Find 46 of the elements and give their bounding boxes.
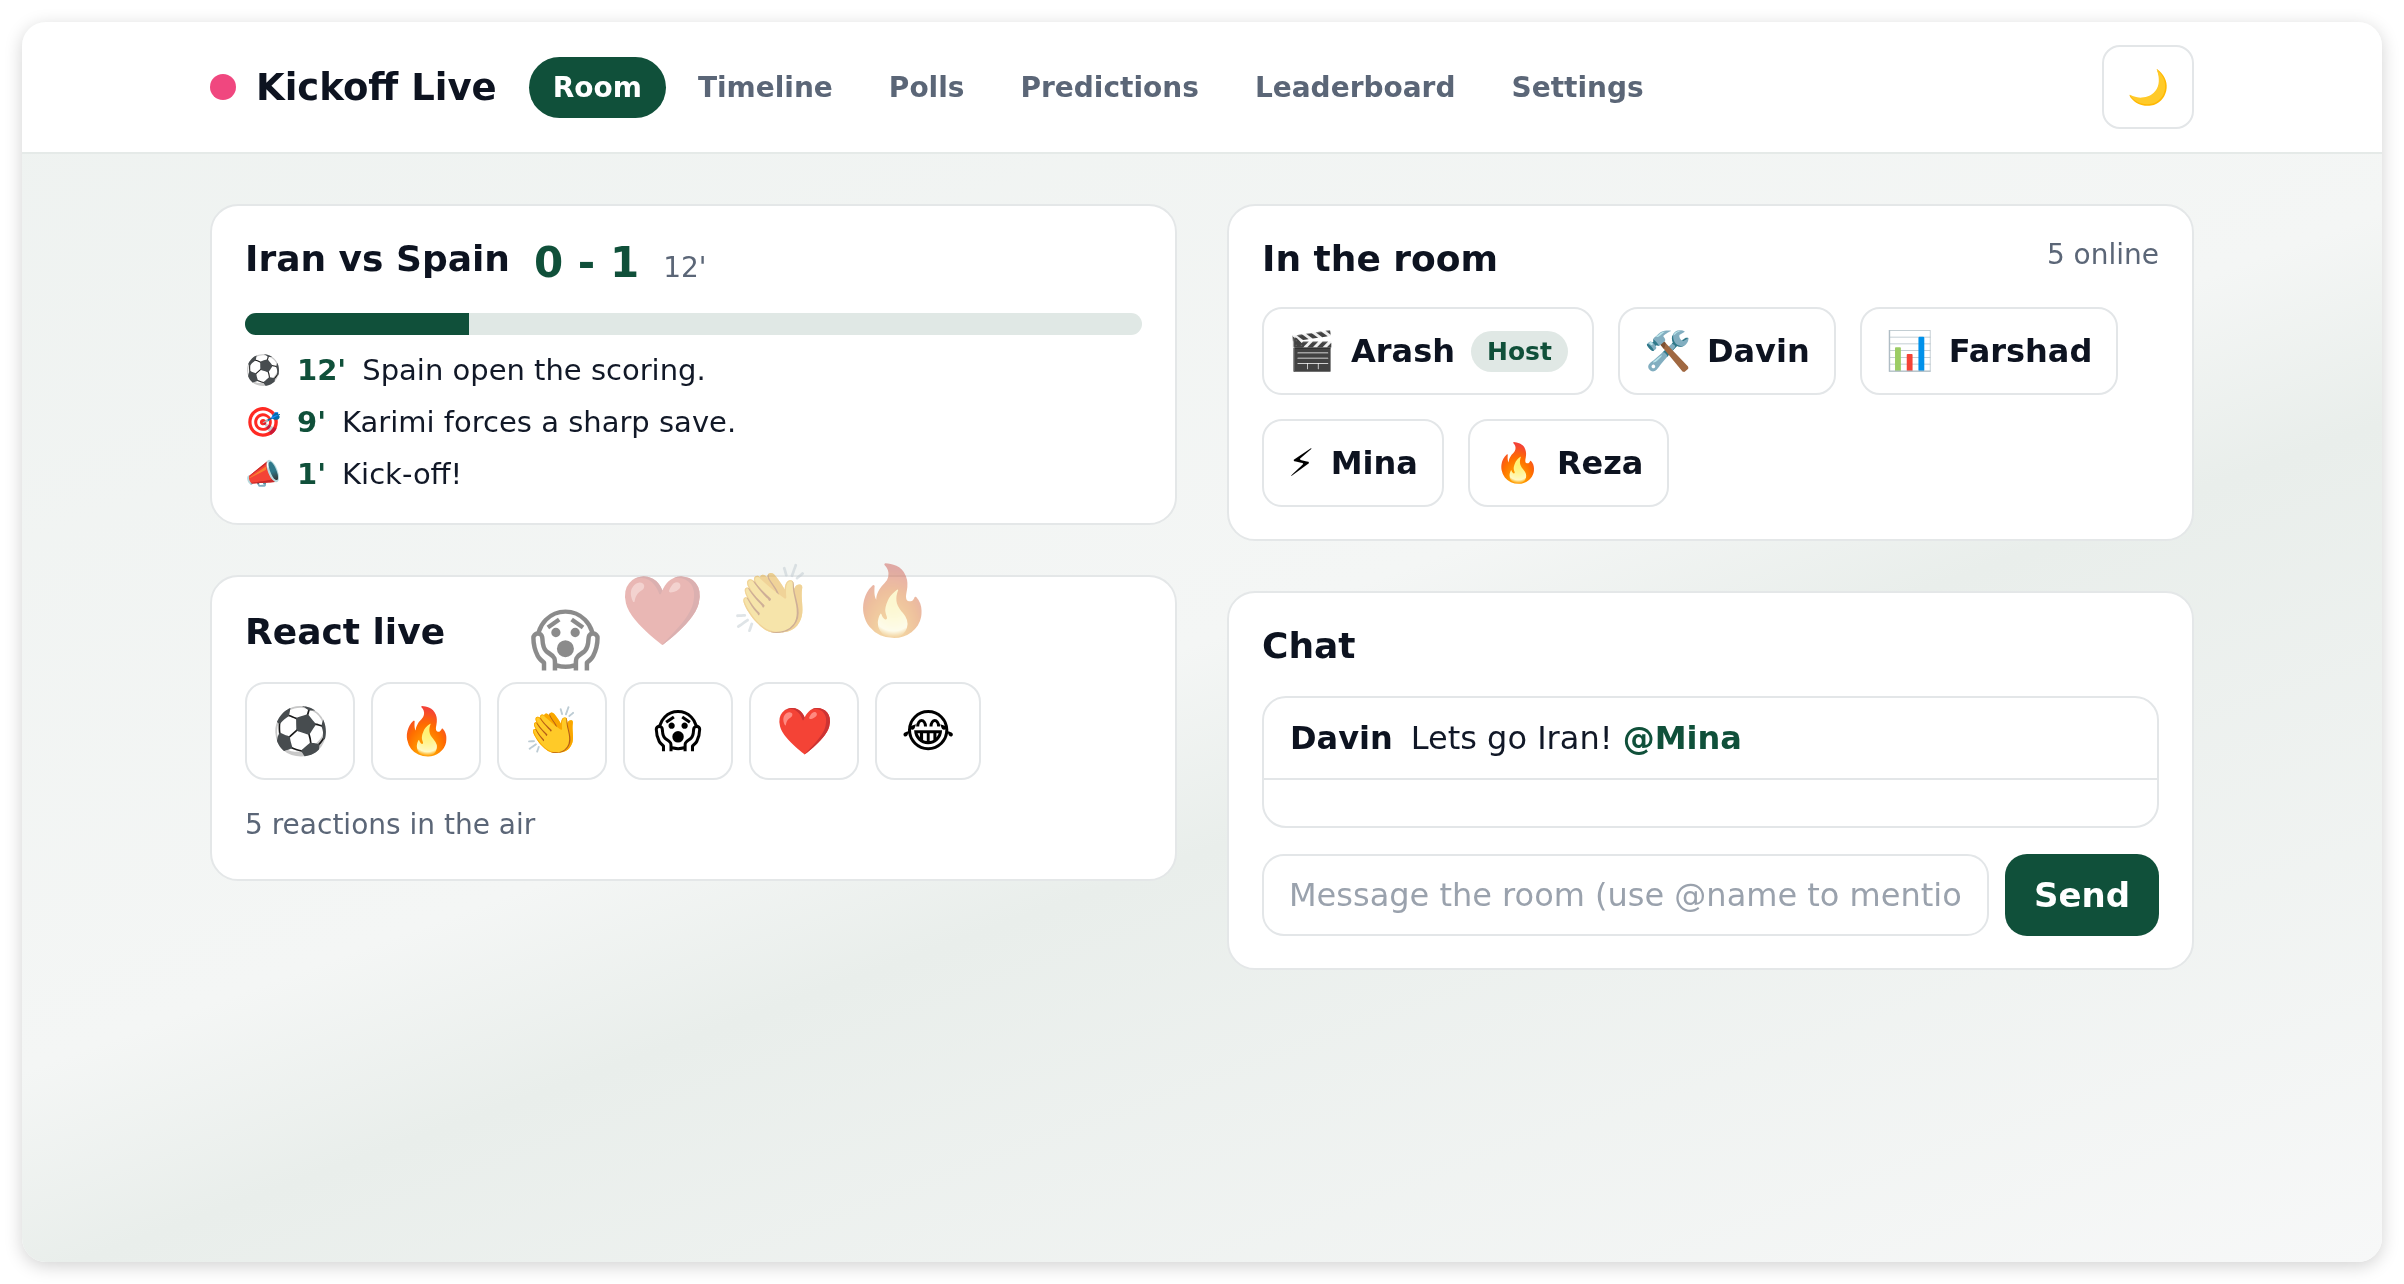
app-title: Kickoff Live [256,65,497,109]
online-count: 5 online [2046,238,2159,271]
event-minute: 9' [297,405,327,439]
message-text: Lets go Iran! @Mina [1410,719,1742,757]
member-name: Farshad [1948,332,2093,370]
reaction-button[interactable]: 😂 [875,682,981,780]
event-minute: 1' [297,457,327,491]
nav-tab[interactable]: Settings [1487,56,1668,118]
room-title: In the room [1262,238,1499,279]
floating-reaction: ❤ [620,577,705,645]
reaction-button[interactable]: 😱 [623,682,733,780]
chat-title: Chat [1262,625,1356,666]
reaction-button[interactable]: ❤ [749,682,859,780]
event-text: Spain open the scoring. [362,353,706,387]
reactions-title: React live [245,611,446,652]
member-name: Davin [1706,332,1810,370]
member-icon: ⚡ [1288,441,1315,485]
event-icon: 📣 [245,457,281,491]
member-icon: 🛠 [1643,329,1691,373]
nav-tab[interactable]: Timeline [673,56,857,118]
member-name: Arash [1351,332,1455,370]
message-author: Davin [1290,719,1393,757]
send-button[interactable]: Send [2005,854,2159,936]
member-name: Mina [1330,444,1418,482]
live-dot [210,74,236,100]
member-icon: 📊 [1885,329,1933,373]
event-text: Kick-off! [342,457,463,491]
member-icon: 🎬 [1288,329,1335,373]
member-name: Reza [1556,444,1644,482]
reaction-button[interactable]: ⚽ [245,682,355,780]
match-minute: 12' [663,251,707,284]
floating-reaction: 😱 [530,607,601,675]
score: 0 - 1 [534,238,640,287]
nav-tab[interactable]: Polls [864,56,989,118]
nav-tab[interactable]: Room [528,56,666,118]
match-title: Iran vs Spain [245,238,510,279]
nav-tab[interactable]: Predictions [996,56,1223,118]
event-minute: 12' [297,353,347,387]
host-badge: Host [1470,330,1568,372]
event-icon: ⚽ [245,353,281,387]
message-input[interactable]: Message the room (use @name to mentio [1262,854,1989,936]
event-text: Karimi forces a sharp save. [342,405,737,439]
member-icon: 🔥 [1493,441,1541,485]
reaction-count: 5 reactions in the air [245,808,537,841]
nav-tab[interactable]: Leaderboard [1230,56,1480,118]
event-icon: 🎯 [245,405,281,439]
